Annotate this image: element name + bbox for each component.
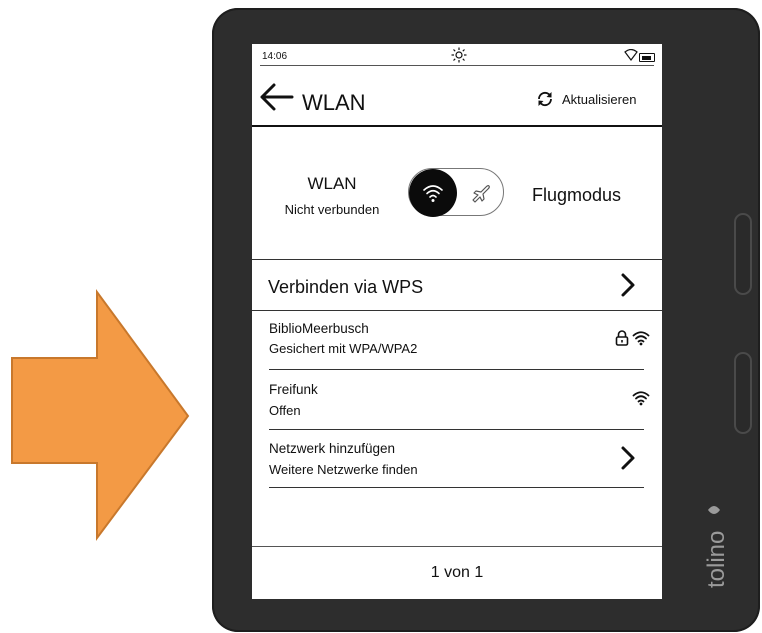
- flightmode-label: Flugmodus: [532, 185, 622, 205]
- page-title: WLAN: [302, 90, 366, 115]
- wlan-connection-status: Nicht verbunden: [284, 202, 380, 217]
- status-divider: [260, 65, 654, 66]
- brightness-icon[interactable]: [451, 47, 467, 63]
- wifi-signal-icon: [632, 331, 650, 346]
- wps-label: Verbinden via WPS: [268, 277, 424, 297]
- list-divider: [269, 429, 644, 430]
- refresh-icon: [538, 91, 552, 107]
- lock-icon: [615, 330, 629, 346]
- page-indicator: 1 von 1: [430, 564, 484, 581]
- refresh-button[interactable]: Aktualisieren: [536, 89, 636, 109]
- page-back-button[interactable]: [734, 352, 752, 434]
- toggle-knob: [409, 169, 457, 217]
- chevron-right-icon: [621, 273, 635, 297]
- page-forward-button[interactable]: [734, 213, 752, 295]
- wifi-status-icon: [624, 49, 638, 61]
- add-network-sub: Weitere Netzwerke finden: [269, 462, 418, 477]
- svg-text:tolino: tolino: [703, 531, 730, 588]
- add-network-label: Netzwerk hinzufügen: [269, 441, 396, 456]
- footer-divider: [252, 546, 662, 547]
- chevron-right-icon: [621, 446, 635, 470]
- status-bar: 14:06: [252, 44, 662, 66]
- wlan-mode-block: WLAN Nicht verbunden: [272, 174, 392, 217]
- orange-arrow-icon: [11, 288, 190, 542]
- wlan-flightmode-toggle[interactable]: [408, 168, 504, 217]
- list-divider: [269, 487, 644, 488]
- wlan-mode-label: WLAN: [307, 174, 357, 193]
- airplane-icon: [472, 185, 490, 203]
- back-arrow-icon[interactable]: [258, 82, 294, 112]
- list-divider: [269, 369, 644, 370]
- section-divider: [252, 310, 662, 311]
- section-divider: [252, 259, 662, 260]
- refresh-label: Aktualisieren: [562, 91, 637, 107]
- header-divider: [252, 125, 662, 127]
- wifi-icon: [423, 185, 443, 202]
- network-name: BiblioMeerbusch: [269, 321, 369, 336]
- ereader-screen: 14:06 WLAN Aktualisieren WLAN Nicht verb…: [252, 44, 662, 599]
- clock: 14:06: [262, 51, 288, 62]
- wifi-signal-icon: [632, 391, 650, 406]
- network-name: Freifunk: [269, 382, 318, 397]
- network-security: Gesichert mit WPA/WPA2: [269, 341, 418, 356]
- tolino-logo: tolino: [703, 506, 730, 588]
- battery-icon: [639, 53, 655, 62]
- network-security: Offen: [269, 403, 301, 418]
